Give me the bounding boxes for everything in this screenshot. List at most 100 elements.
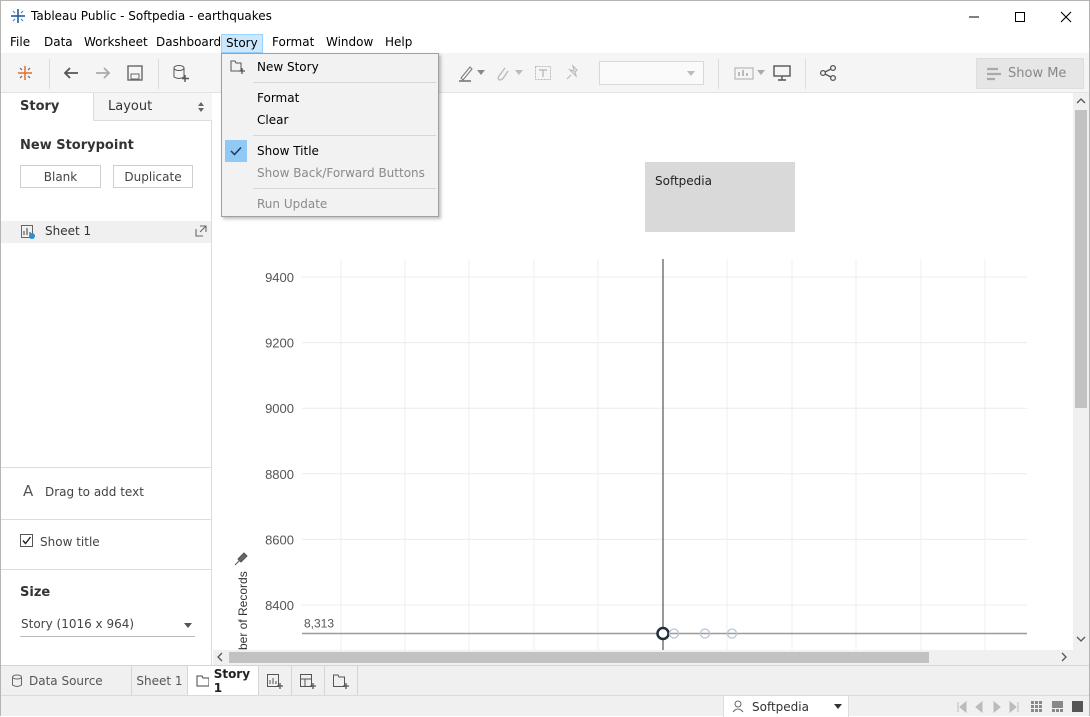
- fit-combo[interactable]: [599, 61, 704, 85]
- size-dropdown[interactable]: Story (1016 x 964): [20, 615, 195, 637]
- menu-item-new-story[interactable]: New Story: [224, 56, 436, 78]
- menu-item-show-title[interactable]: Show Title: [224, 140, 436, 162]
- highlight-button[interactable]: [455, 62, 477, 84]
- menu-dashboard[interactable]: Dashboard: [152, 34, 225, 53]
- presentation-mode-button[interactable]: [771, 62, 793, 84]
- card-view-dropdown[interactable]: [755, 62, 767, 84]
- tab-story-1[interactable]: Story 1: [188, 666, 259, 696]
- y-axis-label: ber of Records: [236, 571, 250, 650]
- user-name: Softpedia: [752, 699, 809, 714]
- y-tick-label: 8800: [265, 467, 294, 482]
- text-box-icon: [535, 66, 551, 80]
- show-me-icon: [987, 67, 1001, 80]
- worksheet-icon: [21, 225, 35, 239]
- highlight-dropdown[interactable]: [475, 62, 487, 84]
- y-tick-label: 9000: [265, 401, 294, 416]
- data-point-selected: [656, 626, 670, 641]
- toolbar-separator: [718, 59, 719, 89]
- text-label-button[interactable]: [532, 62, 554, 84]
- grid-view-icon[interactable]: [1030, 700, 1043, 713]
- show-title-checkbox[interactable]: [20, 534, 33, 547]
- checkmark-icon: [22, 536, 32, 545]
- presentation-icon: [773, 65, 791, 81]
- story-menu-dropdown: New Story Format Clear Show Title Show B…: [221, 53, 439, 217]
- horizontal-scroll-thumb[interactable]: [229, 652, 929, 663]
- menu-format[interactable]: Format: [268, 34, 318, 53]
- reference-line-label: 8,313: [304, 617, 334, 631]
- new-story-button[interactable]: [325, 666, 358, 696]
- sheet-list-item[interactable]: Sheet 1: [1, 221, 211, 243]
- vertical-scroll-thumb[interactable]: [1075, 110, 1087, 408]
- save-button[interactable]: [124, 62, 146, 84]
- toolbar-separator: [49, 59, 50, 89]
- y-tick-label: 8400: [265, 598, 294, 613]
- story-panel: Story Layout New Storypoint Blank Duplic…: [1, 93, 212, 666]
- duplicate-button[interactable]: Duplicate: [113, 165, 193, 188]
- menu-item-show-back-forward: Show Back/Forward Buttons: [224, 162, 436, 184]
- chevron-down-icon: [1076, 636, 1086, 642]
- window-title: Tableau Public - Softpedia - earthquakes: [31, 9, 272, 23]
- sheet-navigation-icons[interactable]: [956, 701, 1026, 713]
- filmstrip-view-icon[interactable]: [1051, 700, 1064, 713]
- user-account-dropdown[interactable]: Softpedia: [723, 696, 849, 717]
- checkmark-icon: [230, 146, 242, 156]
- menu-data[interactable]: Data: [40, 34, 77, 53]
- pen-icon: [459, 66, 473, 82]
- vertical-scrollbar[interactable]: [1073, 93, 1089, 650]
- tableau-logo-icon: [11, 9, 25, 23]
- horizontal-scrollbar[interactable]: [213, 650, 1073, 665]
- menu-story[interactable]: Story: [221, 34, 263, 53]
- menu-item-label: Run Update: [257, 197, 328, 211]
- chevron-left-icon: [217, 652, 223, 662]
- y-tick-label: 9400: [265, 270, 294, 285]
- menu-file[interactable]: File: [6, 34, 34, 53]
- redo-button[interactable]: [92, 62, 114, 84]
- menu-window[interactable]: Window: [322, 34, 377, 53]
- close-icon: [1060, 11, 1072, 22]
- sheet-tab-bar: Data Source Sheet 1 Story 1: [1, 665, 1089, 696]
- close-button[interactable]: [1043, 1, 1089, 32]
- new-story-icon: [230, 60, 245, 74]
- new-worksheet-button[interactable]: [259, 666, 292, 696]
- menu-separator: [253, 82, 436, 83]
- caret-down-icon: [515, 70, 523, 75]
- maximize-button[interactable]: [997, 1, 1043, 32]
- status-bar: Softpedia: [1, 695, 1089, 717]
- tableau-home-button[interactable]: [14, 62, 36, 84]
- sheet-item-label: Sheet 1: [45, 224, 92, 238]
- menu-item-clear[interactable]: Clear: [224, 109, 436, 131]
- paperclip-icon: [497, 67, 509, 81]
- new-dashboard-button[interactable]: [292, 666, 325, 696]
- pin-icon: [566, 64, 578, 80]
- new-worksheet-icon: [267, 674, 283, 689]
- pin-button[interactable]: [562, 62, 584, 84]
- tab-data-source[interactable]: Data Source: [1, 666, 132, 696]
- menu-item-format[interactable]: Format: [224, 87, 436, 109]
- new-data-source-button[interactable]: [170, 62, 192, 84]
- tab-sheet-label: Sheet 1: [136, 674, 183, 688]
- tab-view-icon[interactable]: [1071, 700, 1084, 713]
- caret-down-icon: [687, 71, 695, 76]
- arrow-left-icon: [63, 67, 78, 79]
- menu-worksheet[interactable]: Worksheet: [80, 34, 152, 53]
- divider: [1, 569, 211, 570]
- new-storypoint-title: New Storypoint: [20, 138, 134, 153]
- blank-button[interactable]: Blank: [20, 165, 101, 188]
- text-object-icon: A: [23, 482, 34, 500]
- attach-dropdown[interactable]: [513, 62, 525, 84]
- show-title-label: Show title: [40, 535, 100, 549]
- database-icon: [12, 674, 22, 687]
- tab-layout[interactable]: Layout: [93, 93, 212, 121]
- minimize-button[interactable]: [951, 1, 997, 32]
- menu-help[interactable]: Help: [381, 34, 416, 53]
- size-title: Size: [20, 585, 51, 600]
- show-me-button[interactable]: Show Me: [976, 58, 1084, 89]
- attach-button[interactable]: [491, 62, 513, 84]
- undo-button[interactable]: [60, 62, 82, 84]
- tab-sheet-1[interactable]: Sheet 1: [132, 666, 188, 696]
- menu-separator: [253, 188, 436, 189]
- share-button[interactable]: [817, 62, 839, 84]
- drag-text-item[interactable]: A Drag to add text: [1, 473, 211, 511]
- new-story-icon: [333, 674, 349, 689]
- tab-story[interactable]: Story: [1, 93, 93, 121]
